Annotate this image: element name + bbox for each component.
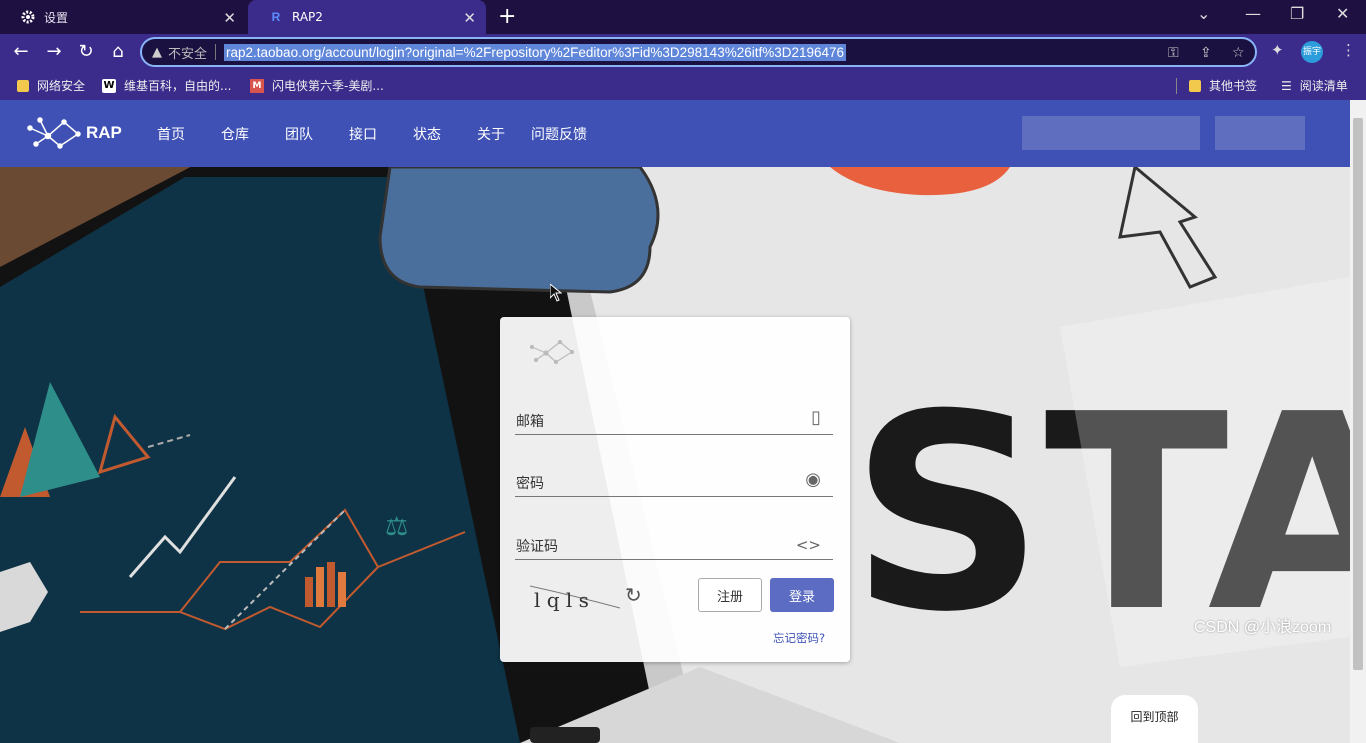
card-logo-icon <box>529 339 575 365</box>
nav-about[interactable]: 关于 <box>477 124 505 144</box>
bookmark-label: 维基百科，自由的... <box>124 79 232 93</box>
code-icon: <> <box>795 536 821 554</box>
phone-icon: ▯ <box>811 407 821 428</box>
password-label: 密码 <box>516 476 544 492</box>
wikipedia-icon: W <box>102 78 116 93</box>
divider <box>215 44 217 60</box>
back-to-top-button[interactable]: 回到顶部 <box>1111 695 1198 743</box>
tab-title: 设置 <box>44 10 69 25</box>
bookmark-item[interactable]: W 维基百科，自由的... <box>102 77 231 94</box>
tab-search-icon[interactable]: ⌄ <box>1197 4 1210 23</box>
page-content: ⚖ STA RAP 首页 仓库 团队 接口 状态 关于 问题反馈 邮箱 ▯ 密码… <box>0 100 1350 743</box>
tab-rap2[interactable]: R RAP2 ✕ <box>248 0 486 34</box>
avatar[interactable]: 振宇 <box>1301 41 1323 63</box>
forward-button[interactable]: → <box>42 40 66 64</box>
browser-toolbar: ← → ↻ ⌂ ▲ 不安全 rap2.taobao.org/account/lo… <box>0 34 1366 70</box>
rap-logo[interactable]: RAP <box>26 116 122 150</box>
login-button[interactable]: 登录 <box>770 578 834 612</box>
warning-icon[interactable]: ▲ <box>152 45 162 60</box>
close-window-button[interactable]: ✕ <box>1336 4 1349 23</box>
captcha-label: 验证码 <box>516 539 558 555</box>
tab-title: RAP2 <box>292 10 323 24</box>
svg-text:⚖: ⚖ <box>385 512 408 542</box>
blurred-user-area <box>1022 116 1200 150</box>
login-card: 邮箱 ▯ 密码 ◉ 验证码 <> l q l s ↻ 注册 登录 忘记密码? <box>500 317 850 662</box>
key-icon[interactable]: ⚿ <box>1168 45 1179 61</box>
extensions-icon[interactable]: ✦ <box>1271 41 1284 59</box>
other-bookmarks[interactable]: 其他书签 <box>1189 77 1257 94</box>
tab-settings[interactable]: 设置 ✕ <box>0 0 246 34</box>
home-button[interactable]: ⌂ <box>106 40 130 64</box>
restore-button[interactable]: ❐ <box>1290 4 1304 23</box>
bookmark-label: 阅读清单 <box>1299 79 1348 93</box>
tab-strip: 设置 ✕ R RAP2 ✕ + ⌄ — ❐ ✕ <box>0 0 1366 34</box>
captcha-image[interactable]: l q l s <box>529 582 621 616</box>
menu-icon[interactable]: ⋮ <box>1341 41 1356 59</box>
security-label[interactable]: 不安全 <box>168 43 207 62</box>
new-tab-button[interactable]: + <box>498 4 516 29</box>
nav-status[interactable]: 状态 <box>413 124 441 144</box>
reading-list[interactable]: ☰ 阅读清单 <box>1281 77 1348 94</box>
minimize-button[interactable]: — <box>1245 4 1261 23</box>
scrollbar-thumb[interactable] <box>1353 118 1363 670</box>
rap-favicon-icon: R <box>271 10 281 24</box>
password-field[interactable]: 密码 ◉ <box>515 467 833 497</box>
watermark: CSDN @小浪zoom <box>1194 619 1332 636</box>
nav-feedback[interactable]: 问题反馈 <box>531 124 587 144</box>
close-tab-icon[interactable]: ✕ <box>223 9 236 27</box>
bookmark-label: 网络安全 <box>37 79 86 93</box>
refresh-captcha-icon[interactable]: ↻ <box>625 583 642 607</box>
reload-button[interactable]: ↻ <box>74 40 98 64</box>
reading-list-icon: ☰ <box>1281 78 1292 93</box>
bookmark-label: 其他书签 <box>1209 79 1258 93</box>
nav-home[interactable]: 首页 <box>157 124 185 144</box>
logo-text: RAP <box>86 123 122 142</box>
app-header: RAP 首页 仓库 团队 接口 状态 关于 问题反馈 <box>0 100 1350 167</box>
nav-team[interactable]: 团队 <box>285 124 313 144</box>
blurred-user-area <box>1215 116 1305 150</box>
captcha-field[interactable]: 验证码 <> <box>515 530 833 560</box>
scrollbar[interactable] <box>1350 100 1366 743</box>
mouse-cursor-icon <box>550 284 562 302</box>
folder-icon <box>1189 79 1201 92</box>
gear-icon <box>20 9 36 25</box>
bookmark-item[interactable]: M 闪电侠第六季-美剧... <box>250 77 384 94</box>
captcha-text: l q l s <box>534 588 589 612</box>
bookmarks-bar: 网络安全 W 维基百科，自由的... M 闪电侠第六季-美剧... 其他书签 ☰… <box>0 70 1366 100</box>
bookmark-label: 闪电侠第六季-美剧... <box>272 79 384 93</box>
bookmark-icon <box>17 79 29 92</box>
eye-icon[interactable]: ◉ <box>805 469 821 490</box>
nav-repository[interactable]: 仓库 <box>221 124 249 144</box>
site-icon: M <box>250 78 264 93</box>
url-text[interactable]: rap2.taobao.org/account/login?original=%… <box>224 43 847 61</box>
email-label: 邮箱 <box>516 414 544 430</box>
share-icon[interactable]: ⇪ <box>1200 45 1212 61</box>
register-button[interactable]: 注册 <box>698 578 762 612</box>
nav-interface[interactable]: 接口 <box>349 124 377 144</box>
star-icon[interactable]: ☆ <box>1232 45 1245 61</box>
email-field[interactable]: 邮箱 ▯ <box>515 405 833 435</box>
forgot-password-link[interactable]: 忘记密码? <box>773 630 825 646</box>
address-bar[interactable]: ▲ 不安全 rap2.taobao.org/account/login?orig… <box>140 37 1257 67</box>
back-button[interactable]: ← <box>9 40 33 64</box>
divider <box>1176 78 1177 94</box>
bookmark-item[interactable]: 网络安全 <box>17 77 85 94</box>
network-logo-icon <box>27 117 81 149</box>
close-tab-icon[interactable]: ✕ <box>463 9 476 27</box>
